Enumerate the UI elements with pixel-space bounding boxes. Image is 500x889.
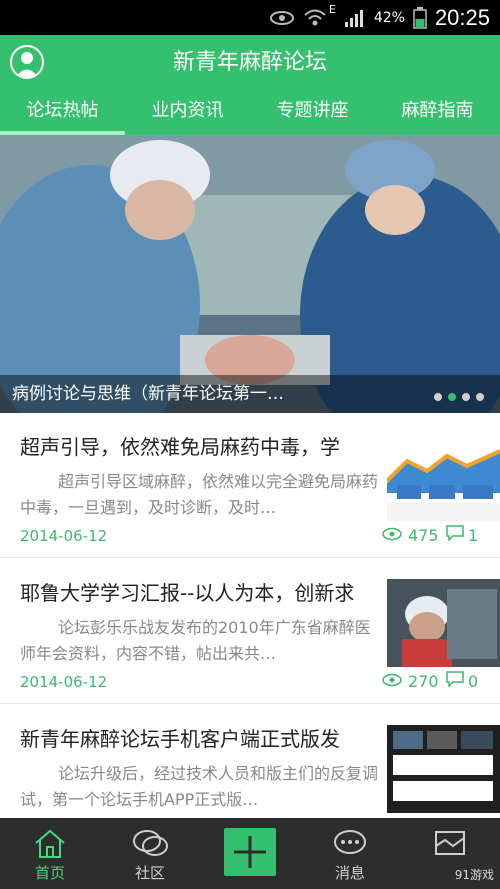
post-title: 耶鲁大学学习汇报--以人为本，创新求 (20, 581, 355, 605)
plus-icon (224, 828, 276, 876)
eye-icon (382, 526, 402, 545)
view-count-value: 475 (408, 526, 439, 545)
map-icon (433, 828, 467, 862)
nav-home[interactable]: 首页 (0, 818, 100, 889)
signal-icon (344, 8, 366, 28)
comment-count: 0 (446, 671, 478, 691)
post-item[interactable]: 耶鲁大学学习汇报--以人为本，创新求 论坛彭乐乐战友发布的2010年广东省麻醉医… (0, 559, 500, 704)
post-summary: 论坛彭乐乐战友发布的2010年广东省麻醉医师年会资料，内容不错，帖出来共… (20, 618, 371, 663)
post-item[interactable]: 新青年麻醉论坛手机客户端正式版发 论坛升级后，经过技术人员和版主们的反复调试，第… (0, 705, 500, 818)
nav-messages-label: 消息 (334, 864, 365, 882)
app-title: 新青年麻醉论坛 (172, 50, 327, 75)
nav-community[interactable]: 社区 (100, 818, 200, 889)
post-item[interactable]: 超声引导，依然难免局麻药中毒，学 超声引导区域麻醉，依然难以完全避免局麻药中毒，… (0, 413, 500, 558)
carousel-dot (476, 393, 484, 401)
post-thumbnail (387, 725, 500, 813)
post-thumbnail (387, 433, 500, 521)
banner-carousel[interactable]: 病例讨论与思维（新青年论坛第一… (0, 135, 500, 413)
app-header: 新青年麻醉论坛 (0, 35, 500, 90)
post-title: 新青年麻醉论坛手机客户端正式版发 (20, 727, 340, 751)
comment-icon (446, 671, 464, 691)
nav-new-post[interactable] (200, 818, 300, 889)
tab-guidelines[interactable]: 麻醉指南 (375, 90, 500, 135)
carousel-dot (462, 393, 470, 401)
post-title: 超声引导，依然难免局麻药中毒，学 (20, 435, 340, 459)
tab-bar: 论坛热帖 业内资讯 专题讲座 麻醉指南 (0, 90, 500, 135)
watermark: 91游戏 (454, 868, 494, 882)
carousel-indicator (434, 393, 484, 401)
comment-count-value: 0 (468, 671, 479, 691)
post-thumbnail (387, 579, 500, 667)
banner-image (0, 135, 500, 413)
nav-community-label: 社区 (134, 864, 165, 882)
eye-icon (269, 9, 295, 27)
battery-icon (413, 6, 427, 29)
wifi-icon (303, 8, 327, 28)
status-bar: E 42% 20:25 (0, 0, 500, 35)
post-date: 2014-06-12 (20, 527, 108, 545)
post-date: 2014-06-12 (20, 673, 108, 691)
banner-caption: 病例讨论与思维（新青年论坛第一… (0, 375, 500, 413)
eye-icon (382, 672, 402, 691)
view-count: 270 (382, 672, 439, 691)
tab-industry-news[interactable]: 业内资讯 (125, 90, 250, 135)
nav-home-label: 首页 (34, 864, 65, 882)
comment-count: 1 (446, 525, 478, 545)
tab-forum-hot[interactable]: 论坛热帖 (0, 90, 125, 135)
home-icon (33, 828, 67, 864)
message-icon (332, 828, 368, 864)
post-summary: 超声引导区域麻醉，依然难以完全避免局麻药中毒，一旦遇到，及时诊断，及时… (20, 472, 379, 517)
nav-messages[interactable]: 消息 (300, 818, 400, 889)
post-summary: 论坛升级后，经过技术人员和版主们的反复调试，第一个论坛手机APP正式版… (20, 764, 379, 809)
view-count-value: 270 (408, 672, 439, 691)
comment-count-value: 1 (468, 525, 479, 545)
carousel-dot (434, 393, 442, 401)
tab-lectures[interactable]: 专题讲座 (250, 90, 375, 135)
chat-bubbles-icon (131, 828, 169, 864)
post-list: 超声引导，依然难免局麻药中毒，学 超声引导区域麻醉，依然难以完全避免局麻药中毒，… (0, 413, 500, 818)
bottom-nav: 首页 社区 消息 91游戏 (0, 818, 500, 889)
view-count: 475 (382, 526, 439, 545)
comment-icon (446, 525, 464, 545)
network-type: E (328, 3, 336, 16)
carousel-dot-active (448, 393, 456, 401)
battery-percent: 42% (373, 9, 405, 26)
clock: 20:25 (434, 4, 490, 30)
